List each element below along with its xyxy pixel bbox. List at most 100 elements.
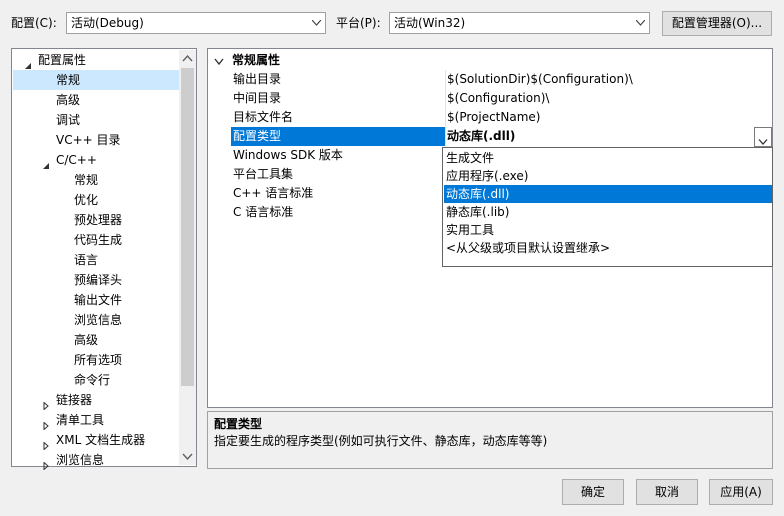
- property-row[interactable]: 配置类型 动态库(.dll): [209, 127, 773, 146]
- tree-item[interactable]: 清单工具: [13, 410, 179, 431]
- property-row[interactable]: 输出目录 $(SolutionDir)$(Configuration)\: [209, 70, 773, 89]
- dropdown-option[interactable]: 静态库(.lib): [444, 203, 772, 221]
- dropdown-option-label: 动态库(.dll): [446, 187, 510, 201]
- config-select[interactable]: 活动(Debug): [66, 12, 326, 34]
- property-name: 目标文件名: [233, 110, 294, 124]
- tree-item-label: VC++ 目录: [56, 133, 121, 147]
- section-title: 常规属性: [232, 53, 281, 67]
- tree-item-label: 所有选项: [74, 353, 123, 367]
- property-name: C++ 语言标准: [233, 186, 314, 200]
- collapsed-triangle-icon[interactable]: [42, 456, 50, 471]
- tree-item[interactable]: 预编译头: [13, 270, 179, 290]
- apply-button[interactable]: 应用(A): [709, 479, 773, 505]
- expanded-triangle-icon[interactable]: [42, 156, 50, 169]
- collapse-icon[interactable]: [214, 55, 224, 69]
- tree-item-label: 常规: [74, 173, 99, 187]
- tree-item-label: 优化: [74, 193, 99, 207]
- tree-item-label: XML 文档生成器: [56, 433, 146, 447]
- chevron-down-icon[interactable]: [307, 13, 325, 33]
- description-text: 指定要生成的程序类型(例如可执行文件、静态库，动态库等等): [214, 434, 548, 448]
- tree-item-label: 高级: [74, 333, 99, 347]
- tree-item[interactable]: 高级: [13, 330, 179, 350]
- tree-item[interactable]: 浏览信息: [13, 450, 179, 471]
- tree-item-label: 配置属性: [38, 53, 87, 67]
- tree-item[interactable]: XML 文档生成器: [13, 430, 179, 451]
- tree-item[interactable]: 命令行: [13, 370, 179, 390]
- tree-item-label: 预处理器: [74, 213, 123, 227]
- tree-item-label: 输出文件: [74, 293, 123, 307]
- tree-item-label: 预编译头: [74, 273, 123, 287]
- dropdown-option-label: 实用工具: [446, 223, 495, 237]
- section-header[interactable]: 常规属性: [208, 49, 772, 70]
- tree-item[interactable]: 所有选项: [13, 350, 179, 370]
- dropdown-option[interactable]: <从父级或项目默认设置继承>: [444, 239, 772, 257]
- tree-item[interactable]: 常规: [13, 70, 179, 90]
- tree-item[interactable]: 高级: [13, 90, 179, 110]
- chevron-down-icon[interactable]: [758, 134, 768, 148]
- property-row[interactable]: 中间目录 $(Configuration)\: [209, 89, 773, 108]
- tree-item[interactable]: 浏览信息: [13, 310, 179, 330]
- dropdown-option-label: 静态库(.lib): [446, 205, 510, 219]
- scroll-down-icon[interactable]: [179, 448, 196, 465]
- tree-item[interactable]: 输出文件: [13, 290, 179, 310]
- dropdown-option-label: 生成文件: [446, 151, 495, 165]
- config-manager-button[interactable]: 配置管理器(O)...: [662, 11, 772, 36]
- scroll-up-icon[interactable]: [179, 50, 196, 67]
- property-value[interactable]: 动态库(.dll): [447, 127, 515, 146]
- tree-item-label: 高级: [56, 93, 81, 107]
- collapsed-triangle-icon[interactable]: [42, 436, 50, 451]
- tree-item[interactable]: VC++ 目录: [13, 130, 179, 150]
- property-name: 配置类型: [233, 129, 282, 143]
- tree-item[interactable]: 预处理器: [13, 210, 179, 230]
- platform-label: 平台(P):: [336, 16, 381, 30]
- scrollbar-thumb[interactable]: [181, 68, 194, 386]
- tree-item-label: 命令行: [74, 373, 111, 387]
- tree-item[interactable]: 常规: [13, 170, 179, 190]
- tree-item[interactable]: 链接器: [13, 390, 179, 411]
- config-label: 配置(C):: [11, 16, 57, 30]
- property-name: 输出目录: [233, 72, 282, 86]
- tree-item[interactable]: 调试: [13, 110, 179, 130]
- tree-item-label: 链接器: [56, 393, 93, 407]
- property-name: 平台工具集: [233, 167, 294, 181]
- property-value[interactable]: $(SolutionDir)$(Configuration)\: [447, 70, 633, 89]
- config-type-dropdown-button[interactable]: [754, 127, 772, 147]
- property-row[interactable]: 目标文件名 $(ProjectName): [209, 108, 773, 127]
- tree-item[interactable]: 优化: [13, 190, 179, 210]
- tree-item-label: 常规: [56, 73, 81, 87]
- tree-item[interactable]: 代码生成: [13, 230, 179, 250]
- config-type-dropdown-list[interactable]: 生成文件应用程序(.exe) 动态库(.dll) 静态库(.lib) 实用工具 <从父级…: [442, 147, 773, 267]
- chevron-down-icon[interactable]: [631, 13, 649, 33]
- dropdown-option[interactable]: 应用程序(.exe): [444, 167, 772, 185]
- config-select-value: 活动(Debug): [71, 16, 144, 30]
- tree-item-label: 代码生成: [74, 233, 123, 247]
- tree-scrollbar[interactable]: [179, 50, 196, 465]
- ok-button[interactable]: 确定: [562, 479, 624, 505]
- dropdown-option[interactable]: 动态库(.dll): [444, 185, 772, 203]
- property-value[interactable]: $(Configuration)\: [447, 89, 549, 108]
- tree-item-label: C/C++: [56, 153, 97, 167]
- platform-select-value: 活动(Win32): [394, 16, 466, 30]
- expanded-triangle-icon[interactable]: [24, 56, 32, 69]
- collapsed-triangle-icon[interactable]: [42, 416, 50, 431]
- collapsed-triangle-icon[interactable]: [42, 396, 50, 411]
- tree-item[interactable]: 配置属性: [13, 50, 179, 70]
- property-name: C 语言标准: [233, 205, 294, 219]
- platform-select[interactable]: 活动(Win32): [389, 12, 650, 34]
- cancel-button[interactable]: 取消: [636, 479, 698, 505]
- dropdown-option-label: 应用程序(.exe): [446, 169, 529, 183]
- description-panel: 配置类型 指定要生成的程序类型(例如可执行文件、静态库，动态库等等): [207, 411, 773, 469]
- tree-item-label: 浏览信息: [74, 313, 123, 327]
- tree-item-label: 浏览信息: [56, 453, 105, 467]
- dropdown-option-label: <从父级或项目默认设置继承>: [446, 241, 611, 255]
- property-tree: 配置属性 常规 高级 调试 VC++ 目录 C/C++ 常规 优化 预处理器 代码生成 语言 预编译头…: [11, 48, 197, 471]
- tree-item-label: 清单工具: [56, 413, 105, 427]
- dropdown-option[interactable]: 生成文件: [444, 149, 772, 167]
- tree-item[interactable]: C/C++: [13, 150, 179, 170]
- property-value[interactable]: $(ProjectName): [447, 108, 540, 127]
- dropdown-option[interactable]: 实用工具: [444, 221, 772, 239]
- tree-item[interactable]: 语言: [13, 250, 179, 270]
- property-name: Windows SDK 版本: [233, 148, 343, 162]
- tree-item-label: 语言: [74, 253, 99, 267]
- property-name: 中间目录: [233, 91, 282, 105]
